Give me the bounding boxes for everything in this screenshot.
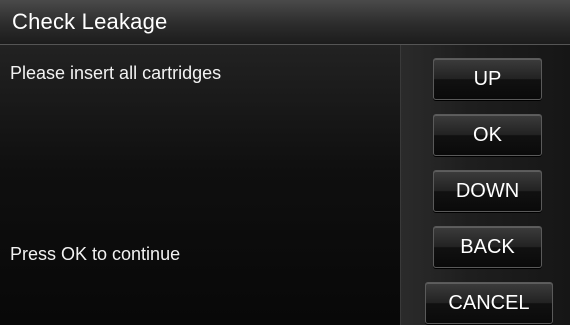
up-button[interactable]: UP: [433, 58, 542, 100]
printer-panel-screen: Check Leakage Please insert all cartridg…: [0, 0, 570, 325]
cancel-button[interactable]: CANCEL: [425, 282, 553, 324]
back-button[interactable]: BACK: [433, 226, 542, 268]
title-bar: Check Leakage: [0, 0, 570, 45]
page-title: Check Leakage: [12, 9, 168, 34]
ok-button[interactable]: OK: [433, 114, 542, 156]
down-button[interactable]: DOWN: [433, 170, 542, 212]
content-area: [0, 45, 400, 325]
instruction-text: Please insert all cartridges: [10, 63, 222, 83]
prompt-text: Press OK to continue: [10, 244, 181, 264]
